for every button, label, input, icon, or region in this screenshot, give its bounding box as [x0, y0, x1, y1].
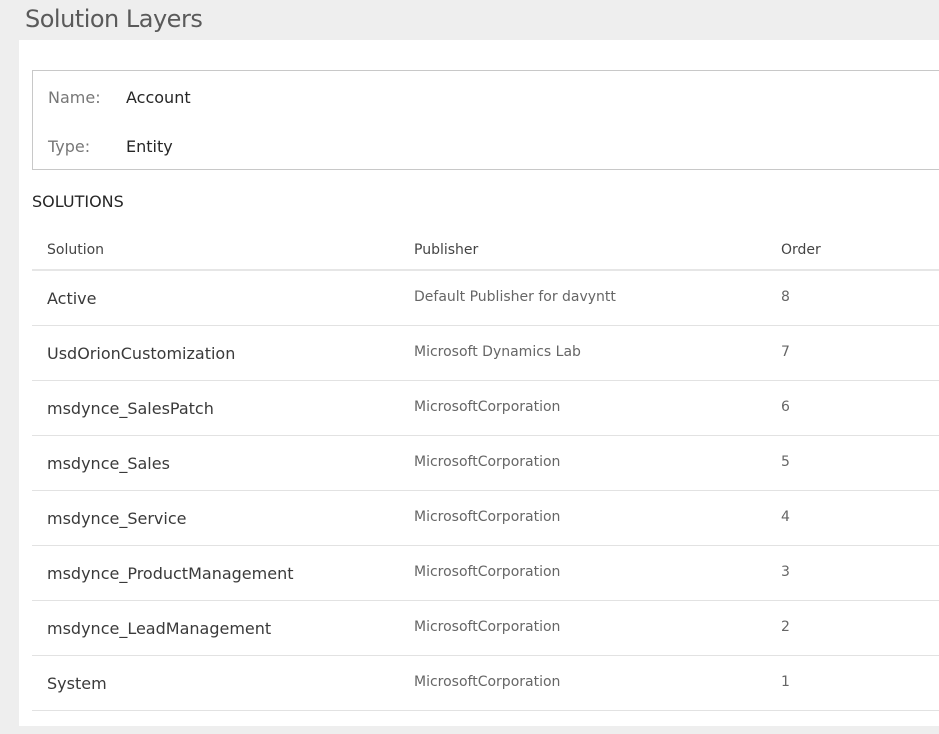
table-row[interactable]: msdynce_ProductManagement MicrosoftCorpo…	[32, 546, 939, 601]
type-label: Type:	[48, 137, 91, 156]
component-info-box: Name: Account Type: Entity	[32, 70, 939, 170]
column-header-publisher[interactable]: Publisher	[414, 242, 478, 258]
order-cell: 4	[781, 509, 790, 525]
solution-cell: msdynce_SalesPatch	[47, 399, 214, 418]
solutions-grid: Solution Publisher Order Active Default …	[32, 230, 939, 711]
solution-cell: System	[47, 674, 107, 693]
grid-header: Solution Publisher Order	[32, 230, 939, 271]
order-cell: 1	[781, 674, 790, 690]
solution-cell: msdynce_ProductManagement	[47, 564, 294, 583]
table-row[interactable]: msdynce_Service MicrosoftCorporation 4	[32, 491, 939, 546]
publisher-cell: MicrosoftCorporation	[414, 564, 561, 580]
type-value: Entity	[126, 137, 173, 156]
publisher-cell: MicrosoftCorporation	[414, 454, 561, 470]
publisher-cell: MicrosoftCorporation	[414, 619, 561, 635]
content-panel: Name: Account Type: Entity SOLUTIONS Solut…	[19, 40, 939, 726]
table-row[interactable]: msdynce_SalesPatch MicrosoftCorporation …	[32, 381, 939, 436]
solution-cell: msdynce_Sales	[47, 454, 170, 473]
publisher-cell: Microsoft Dynamics Lab	[414, 344, 581, 360]
page-title: Solution Layers	[25, 5, 203, 33]
solution-cell: Active	[47, 289, 97, 308]
order-cell: 6	[781, 399, 790, 415]
order-cell: 2	[781, 619, 790, 635]
publisher-cell: MicrosoftCorporation	[414, 509, 561, 525]
column-header-solution[interactable]: Solution	[47, 242, 104, 258]
order-cell: 8	[781, 289, 790, 305]
publisher-cell: MicrosoftCorporation	[414, 674, 561, 690]
order-cell: 3	[781, 564, 790, 580]
solution-cell: UsdOrionCustomization	[47, 344, 236, 363]
table-row[interactable]: msdynce_LeadManagement MicrosoftCorporat…	[32, 601, 939, 656]
publisher-cell: MicrosoftCorporation	[414, 399, 561, 415]
column-header-order[interactable]: Order	[781, 242, 821, 258]
order-cell: 7	[781, 344, 790, 360]
solution-cell: msdynce_LeadManagement	[47, 619, 272, 638]
type-row: Type: Entity	[48, 137, 173, 156]
name-label: Name:	[48, 88, 101, 107]
name-value: Account	[126, 88, 191, 107]
table-row[interactable]: UsdOrionCustomization Microsoft Dynamics…	[32, 326, 939, 381]
table-row[interactable]: Active Default Publisher for davyntt 8	[32, 271, 939, 326]
solution-cell: msdynce_Service	[47, 509, 187, 528]
order-cell: 5	[781, 454, 790, 470]
table-row[interactable]: msdynce_Sales MicrosoftCorporation 5	[32, 436, 939, 491]
table-row[interactable]: System MicrosoftCorporation 1	[32, 656, 939, 711]
publisher-cell: Default Publisher for davyntt	[414, 289, 616, 305]
name-row: Name: Account	[48, 88, 191, 107]
solutions-section-title: SOLUTIONS	[32, 192, 124, 211]
